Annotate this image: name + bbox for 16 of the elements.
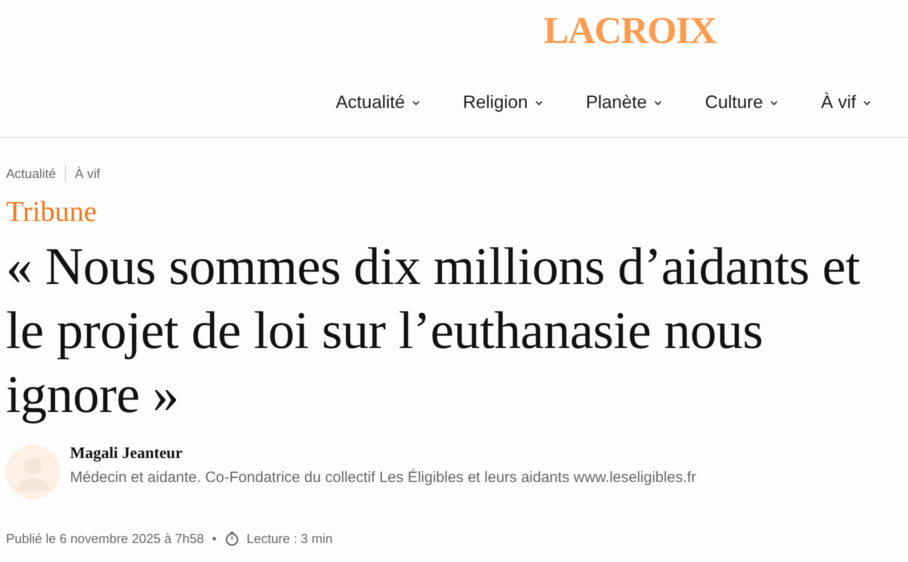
nav-item[interactable]: Actualité xyxy=(336,92,421,113)
article-title: « Nous sommes dix millions d’aidants et le projet de loi sur l’euthanasie nous ignore » xyxy=(6,237,861,426)
article-category: Tribune xyxy=(6,196,98,229)
breadcrumb-link[interactable]: Actualité xyxy=(6,166,56,181)
avatar-icon xyxy=(6,445,60,499)
author-bio: Médecin et aidante. Co-Fondatrice du collectif Les Éligibles et leurs aidants www.leseligibles.fr xyxy=(70,469,696,486)
stopwatch-icon xyxy=(224,531,239,546)
bullet-separator: • xyxy=(212,531,217,546)
nav-item[interactable]: À vif xyxy=(820,92,872,113)
breadcrumb-link[interactable]: À vif xyxy=(74,166,100,181)
reading-time: Lecture : 3 min xyxy=(246,531,333,546)
author-name: Magali Jeanteur xyxy=(70,445,184,463)
nav-item[interactable]: Religion xyxy=(462,92,544,113)
nav-item[interactable]: Culture xyxy=(704,92,779,113)
publish-date: Publié le 6 novembre 2025 à 7h58 xyxy=(6,531,204,546)
nav-item[interactable]: Planète xyxy=(586,92,663,113)
